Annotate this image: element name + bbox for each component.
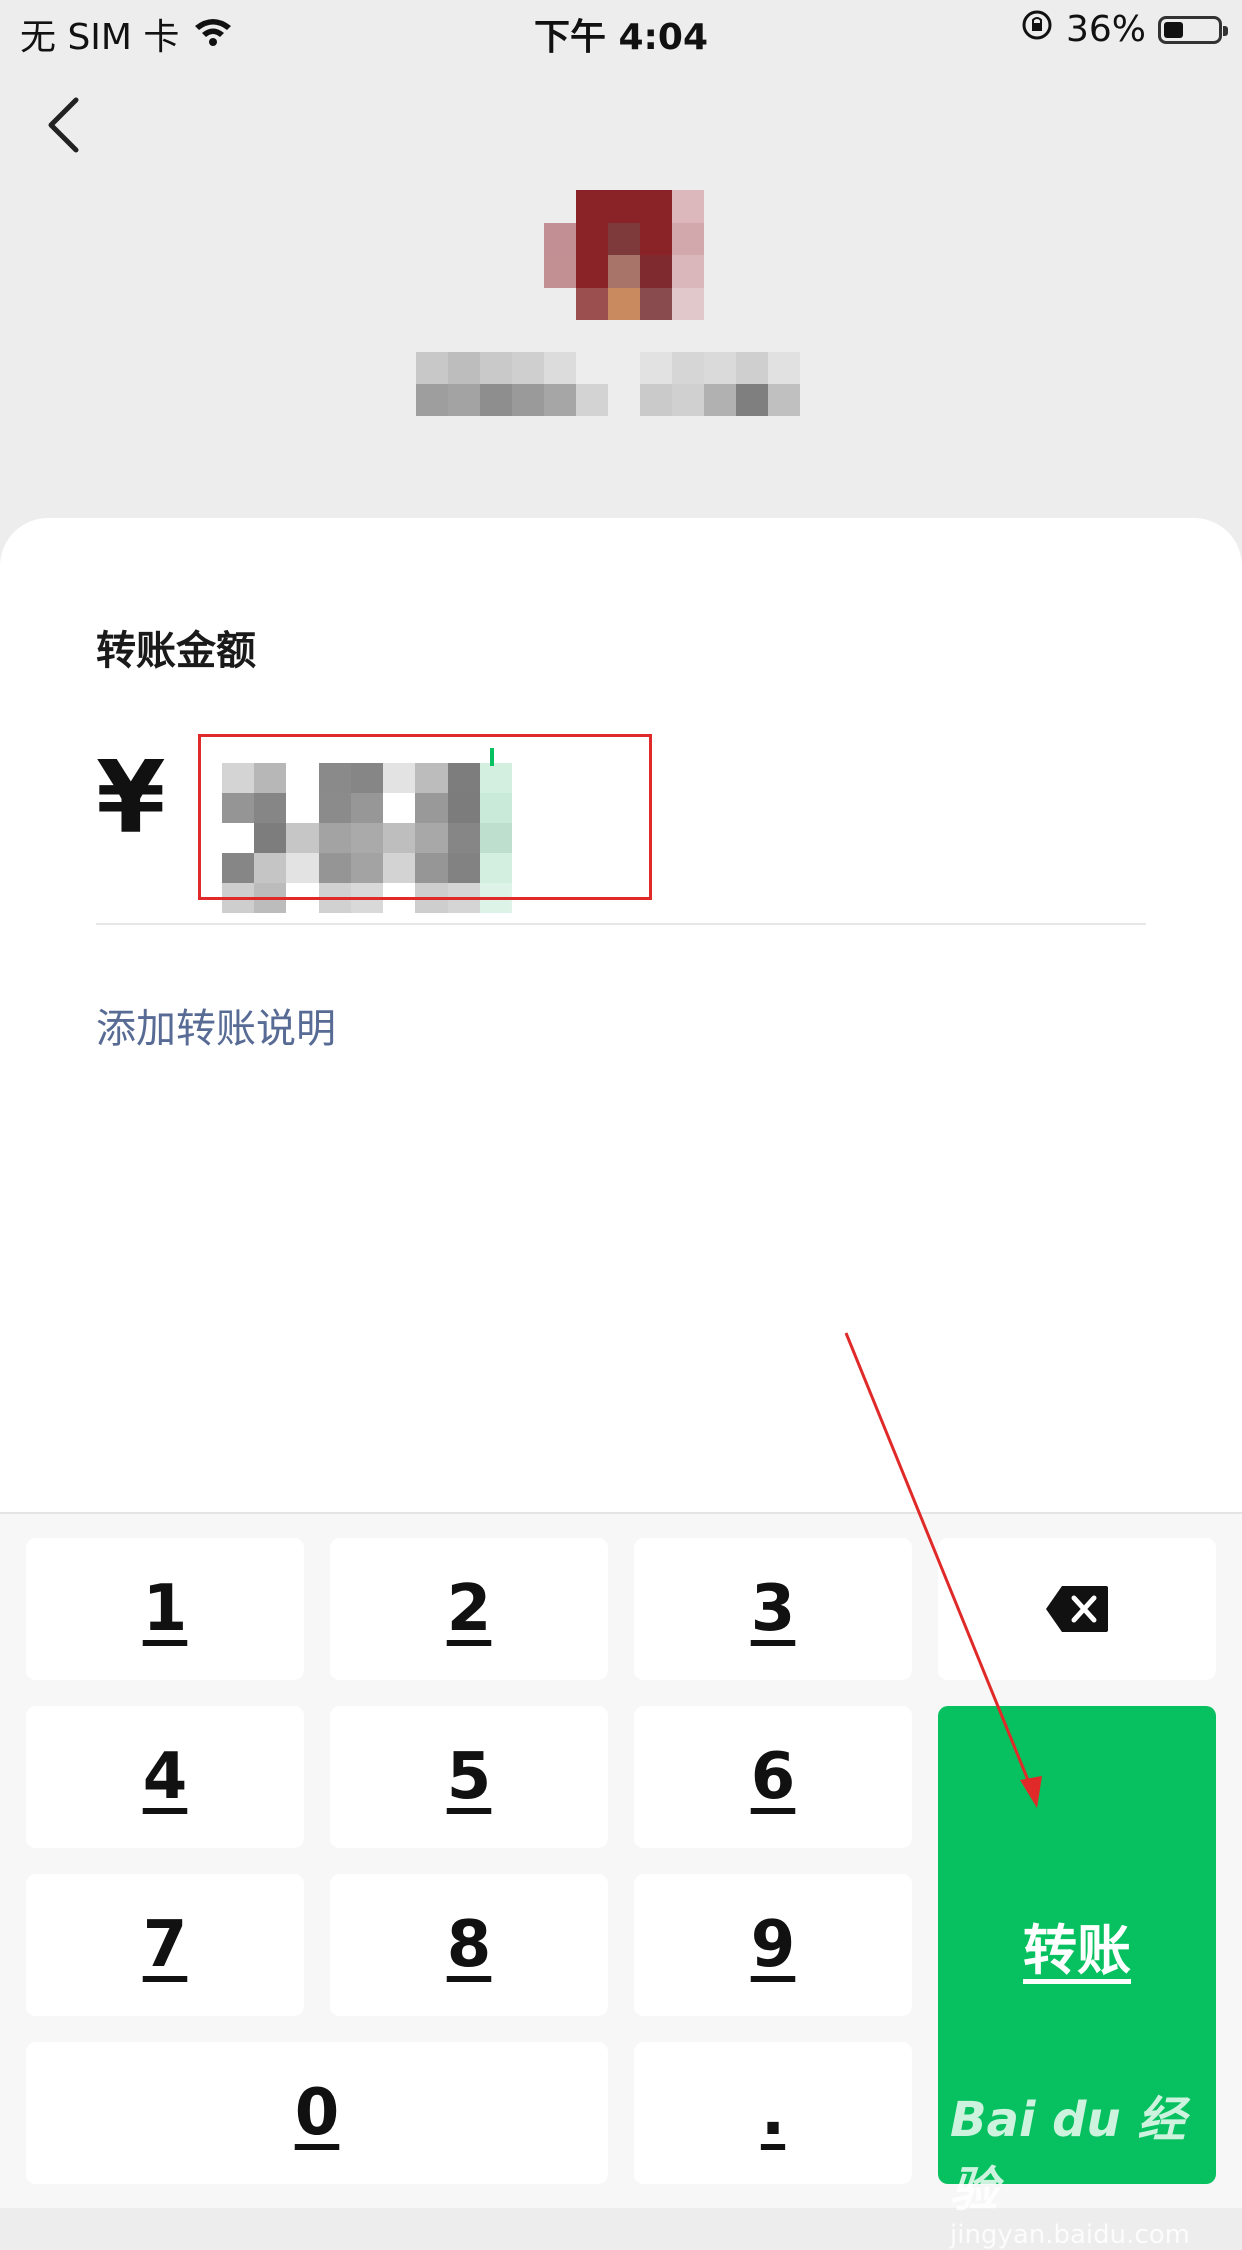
- mosaic-cell: [512, 384, 544, 416]
- mosaic-cell: [576, 222, 608, 255]
- key-3[interactable]: 3: [634, 1538, 912, 1680]
- mosaic-cell: [608, 287, 640, 320]
- wifi-icon: [193, 14, 233, 55]
- currency-symbol: ¥: [96, 739, 166, 856]
- mosaic-cell: [544, 190, 576, 223]
- key-4[interactable]: 4: [26, 1706, 304, 1848]
- mosaic-cell: [640, 222, 672, 255]
- amount-label: 转账金额: [96, 628, 256, 674]
- mosaic-cell: [704, 352, 736, 384]
- status-bar: 无 SIM 卡 下午 4:04 36%: [0, 0, 1242, 62]
- back-button[interactable]: [36, 90, 96, 160]
- add-note-link[interactable]: 添加转账说明: [96, 996, 336, 1054]
- mosaic-cell: [672, 222, 704, 255]
- mosaic-cell: [576, 255, 608, 288]
- key-2[interactable]: 2: [330, 1538, 608, 1680]
- mosaic-cell: [672, 190, 704, 223]
- mosaic-cell: [608, 222, 640, 255]
- mosaic-cell: [576, 384, 608, 416]
- baidu-watermark: Bai du 经验 jingyan.baidu.com: [950, 2080, 1200, 2250]
- mosaic-cell: [608, 255, 640, 288]
- mosaic-cell: [416, 352, 448, 384]
- mosaic-cell: [480, 352, 512, 384]
- mosaic-cell: [640, 190, 672, 223]
- key-5[interactable]: 5: [330, 1706, 608, 1848]
- key-9[interactable]: 9: [634, 1874, 912, 2016]
- mosaic-cell: [544, 352, 576, 384]
- mosaic-cell: [480, 384, 512, 416]
- battery-icon: [1158, 15, 1228, 44]
- battery-level: [1164, 21, 1183, 38]
- mosaic-cell: [576, 352, 608, 384]
- mosaic-cell: [576, 287, 608, 320]
- mosaic-cell: [544, 222, 576, 255]
- mosaic-cell: [640, 255, 672, 288]
- mosaic-cell: [448, 352, 480, 384]
- key-8[interactable]: 8: [330, 1874, 608, 2016]
- mosaic-cell: [448, 384, 480, 416]
- mosaic-cell: [672, 255, 704, 288]
- mosaic-cell: [544, 255, 576, 288]
- key-decimal[interactable]: .: [634, 2042, 912, 2184]
- orientation-lock-icon: [1020, 8, 1054, 51]
- mosaic-cell: [736, 384, 768, 416]
- mosaic-cell: [640, 352, 672, 384]
- carrier-label: 无 SIM 卡: [20, 17, 180, 58]
- recipient-avatar: [544, 190, 704, 320]
- key-6[interactable]: 6: [634, 1706, 912, 1848]
- key-1[interactable]: 1: [26, 1538, 304, 1680]
- mosaic-cell: [704, 384, 736, 416]
- backspace-icon: [1046, 1586, 1108, 1632]
- recipient-id-blurred: [640, 352, 800, 416]
- divider: [96, 923, 1146, 925]
- mosaic-cell: [768, 352, 800, 384]
- watermark-logo: Bai du 经验: [950, 2092, 1186, 2218]
- mosaic-cell: [736, 352, 768, 384]
- mosaic-cell: [544, 287, 576, 320]
- mosaic-cell: [576, 190, 608, 223]
- recipient-name-blurred: [416, 352, 608, 416]
- mosaic-cell: [416, 384, 448, 416]
- mosaic-cell: [640, 287, 672, 320]
- watermark-url: jingyan.baidu.com: [950, 2220, 1190, 2250]
- mosaic-cell: [544, 384, 576, 416]
- mosaic-cell: [512, 352, 544, 384]
- mosaic-cell: [672, 384, 704, 416]
- battery-percent: 36%: [1065, 9, 1146, 50]
- key-0[interactable]: 0: [26, 2042, 608, 2184]
- mosaic-cell: [672, 352, 704, 384]
- mosaic-cell: [608, 190, 640, 223]
- key-7[interactable]: 7: [26, 1874, 304, 2016]
- chevron-left-icon: [48, 97, 79, 153]
- transfer-card: 转账金额 ¥ 添加转账说明: [0, 518, 1242, 1518]
- mosaic-cell: [640, 384, 672, 416]
- delete-key[interactable]: [938, 1538, 1216, 1680]
- mosaic-cell: [672, 287, 704, 320]
- mosaic-cell: [768, 384, 800, 416]
- annotation-highlight-box: [198, 734, 652, 900]
